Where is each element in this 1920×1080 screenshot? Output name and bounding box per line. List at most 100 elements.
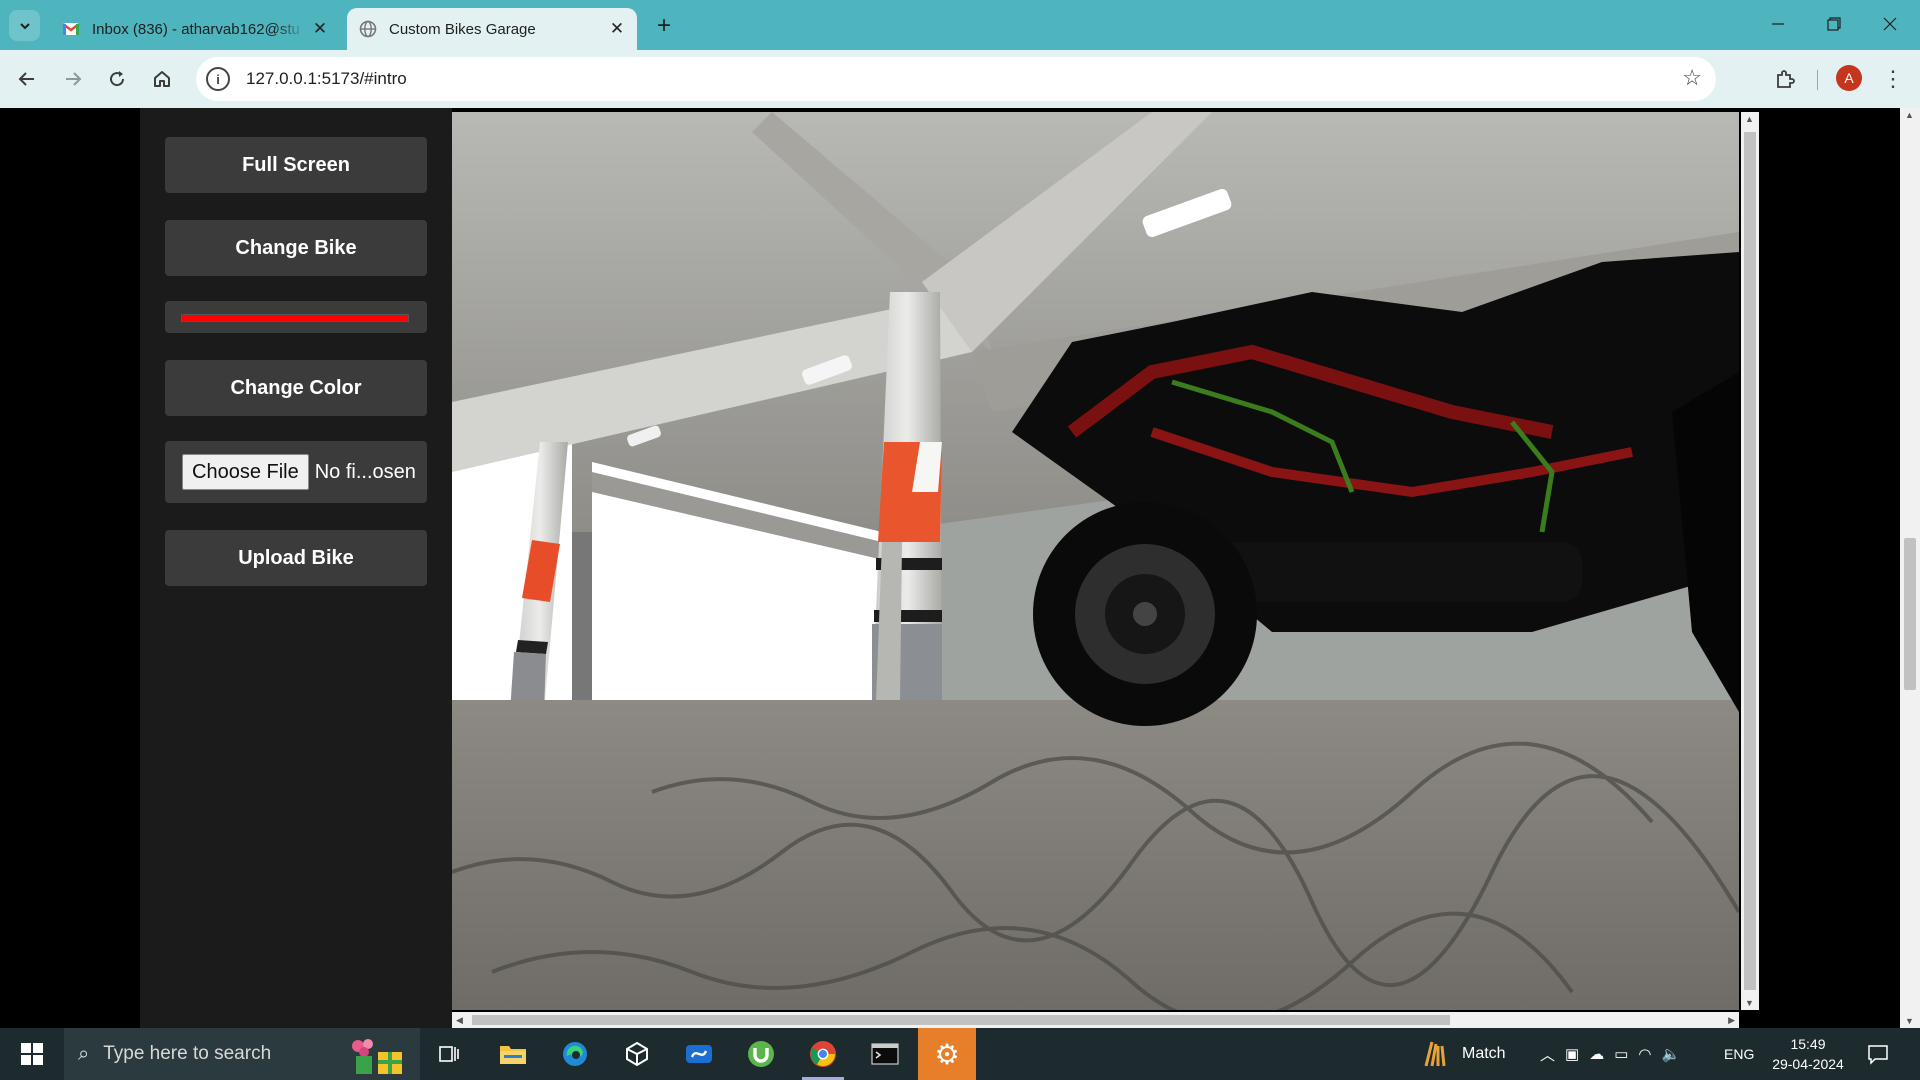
home-button[interactable] xyxy=(145,62,179,96)
chevron-up-icon[interactable]: ︿ xyxy=(1540,1044,1555,1065)
page-vertical-scrollbar[interactable]: ▲ ▼ xyxy=(1900,108,1920,1028)
minimize-icon xyxy=(1772,23,1784,25)
color-swatch xyxy=(181,314,409,322)
folder-icon xyxy=(500,1046,526,1064)
arrow-left-icon xyxy=(18,72,34,86)
file-status: No fi...osen xyxy=(314,460,416,483)
site-info-icon[interactable]: i xyxy=(206,67,230,91)
scroll-down-icon[interactable]: ▼ xyxy=(1905,1016,1914,1026)
wifi-icon[interactable]: ◠ xyxy=(1638,1045,1651,1063)
edge-icon xyxy=(563,1042,587,1066)
close-icon[interactable]: ✕ xyxy=(603,15,631,43)
change-bike-button[interactable]: Change Bike xyxy=(165,220,427,276)
volume-icon[interactable]: 🔈 xyxy=(1661,1045,1680,1063)
cloud-icon[interactable]: ☁ xyxy=(1589,1045,1604,1063)
globe-icon xyxy=(359,20,377,38)
file-input[interactable]: Choose File No fi...osen xyxy=(165,441,427,503)
bookmark-star-icon[interactable]: ☆ xyxy=(1682,65,1702,91)
new-tab-button[interactable]: + xyxy=(650,12,678,40)
reload-button[interactable] xyxy=(100,62,134,96)
edge-button[interactable] xyxy=(546,1028,604,1080)
language-indicator[interactable]: ENG xyxy=(1724,1028,1754,1080)
extensions-button[interactable] xyxy=(1768,62,1802,96)
clock-time: 15:49 xyxy=(1790,1036,1826,1052)
profile-avatar[interactable]: A xyxy=(1836,65,1862,91)
reload-icon xyxy=(110,71,125,87)
chrome-button[interactable] xyxy=(794,1028,852,1080)
back-button[interactable] xyxy=(10,62,44,96)
chrome-icon xyxy=(810,1041,836,1067)
battery-icon[interactable]: ▭ xyxy=(1614,1045,1628,1063)
chrome-menu-icon[interactable]: ⋮ xyxy=(1878,62,1908,96)
choose-file-button[interactable]: Choose File xyxy=(182,454,309,490)
control-sidebar: Full Screen Change Bike Change Color Cho… xyxy=(140,108,452,1028)
scroll-left-icon[interactable]: ◀ xyxy=(456,1015,463,1026)
task-view-icon xyxy=(439,1046,459,1062)
color-picker[interactable] xyxy=(165,301,427,333)
page-viewport: Full Screen Change Bike Change Color Cho… xyxy=(0,108,1920,1028)
utorrent-button[interactable] xyxy=(732,1028,790,1080)
tab-search-button[interactable] xyxy=(9,10,40,41)
tab-title: Custom Bikes Garage xyxy=(389,20,536,38)
notification-icon xyxy=(1868,1045,1888,1065)
terminal-button[interactable] xyxy=(856,1028,914,1080)
search-placeholder: Type here to search xyxy=(103,1043,272,1064)
puzzle-icon xyxy=(1777,70,1795,88)
app-icon xyxy=(686,1045,712,1063)
tab-title: Inbox (836) - atharvab162@stu xyxy=(92,20,300,38)
clock[interactable]: 15:49 29-04-2024 xyxy=(1768,1034,1848,1074)
taskbar-search[interactable]: ⌕ Type here to search xyxy=(64,1028,420,1080)
scroll-up-icon[interactable]: ▲ xyxy=(1905,110,1914,120)
gear-icon: ⚙ xyxy=(934,1038,960,1070)
sports-icon xyxy=(1424,1041,1446,1067)
task-view-button[interactable] xyxy=(420,1028,478,1080)
browser-toolbar: i 127.0.0.1:5173/#intro ☆ A ⋮ xyxy=(0,50,1920,108)
restore-icon xyxy=(1827,17,1841,31)
close-icon[interactable]: ✕ xyxy=(306,15,334,43)
gmail-icon xyxy=(62,23,80,35)
settings-button[interactable]: ⚙ xyxy=(918,1028,976,1080)
scrollbar-thumb[interactable] xyxy=(1904,538,1916,690)
file-explorer-button[interactable] xyxy=(484,1028,542,1080)
garage-scene xyxy=(452,112,1739,1010)
change-color-button[interactable]: Change Color xyxy=(165,360,427,416)
weather-widget[interactable]: Match xyxy=(1420,1028,1506,1080)
scene-vertical-scrollbar[interactable]: ▲ ▼ xyxy=(1741,112,1759,1010)
arrow-right-icon xyxy=(66,72,82,86)
unity-button[interactable] xyxy=(608,1028,666,1080)
scroll-right-icon[interactable]: ▶ xyxy=(1728,1015,1735,1026)
start-button[interactable] xyxy=(8,1028,56,1080)
gift-flowers-icon xyxy=(352,1039,402,1074)
notification-button[interactable] xyxy=(1864,1040,1892,1068)
full-screen-button[interactable]: Full Screen xyxy=(165,137,427,193)
scene-horizontal-scrollbar[interactable]: ◀ ▶ xyxy=(452,1012,1739,1028)
clock-date: 29-04-2024 xyxy=(1772,1056,1844,1072)
toolbar-divider xyxy=(1817,70,1818,90)
bike-3d-canvas[interactable] xyxy=(452,112,1739,1010)
tab-gmail[interactable]: Inbox (836) - atharvab162@stu ✕ xyxy=(50,8,340,50)
forward-button[interactable] xyxy=(56,62,90,96)
home-icon xyxy=(154,71,170,87)
unity-icon xyxy=(626,1041,648,1067)
close-icon xyxy=(1883,17,1897,31)
scroll-up-icon[interactable]: ▲ xyxy=(1745,114,1754,124)
app-button[interactable] xyxy=(670,1028,728,1080)
search-icon: ⌕ xyxy=(78,1042,90,1065)
minimize-button[interactable] xyxy=(1750,0,1806,48)
scrollbar-thumb[interactable] xyxy=(1744,132,1756,990)
scroll-down-icon[interactable]: ▼ xyxy=(1745,998,1754,1008)
address-bar[interactable]: i 127.0.0.1:5173/#intro ☆ xyxy=(196,57,1716,101)
window-close-button[interactable] xyxy=(1862,0,1918,48)
url-text: 127.0.0.1:5173/#intro xyxy=(246,69,407,88)
tab-strip: Inbox (836) - atharvab162@stu ✕ Custom B… xyxy=(0,0,1920,50)
upload-bike-button[interactable]: Upload Bike xyxy=(165,530,427,586)
windows-taskbar: ⌕ Type here to search ⚙ Match ︿ ▣ ☁ ▭ ◠ … xyxy=(0,1028,1920,1080)
utorrent-icon xyxy=(748,1041,774,1067)
meet-icon[interactable]: ▣ xyxy=(1565,1045,1579,1063)
restore-button[interactable] xyxy=(1806,0,1862,48)
terminal-icon xyxy=(871,1043,899,1065)
scrollbar-thumb[interactable] xyxy=(472,1015,1450,1025)
weather-text: Match xyxy=(1462,1045,1506,1062)
system-tray[interactable]: ︿ ▣ ☁ ▭ ◠ 🔈 xyxy=(1540,1028,1680,1080)
tab-custom-bikes[interactable]: Custom Bikes Garage ✕ xyxy=(347,8,637,50)
